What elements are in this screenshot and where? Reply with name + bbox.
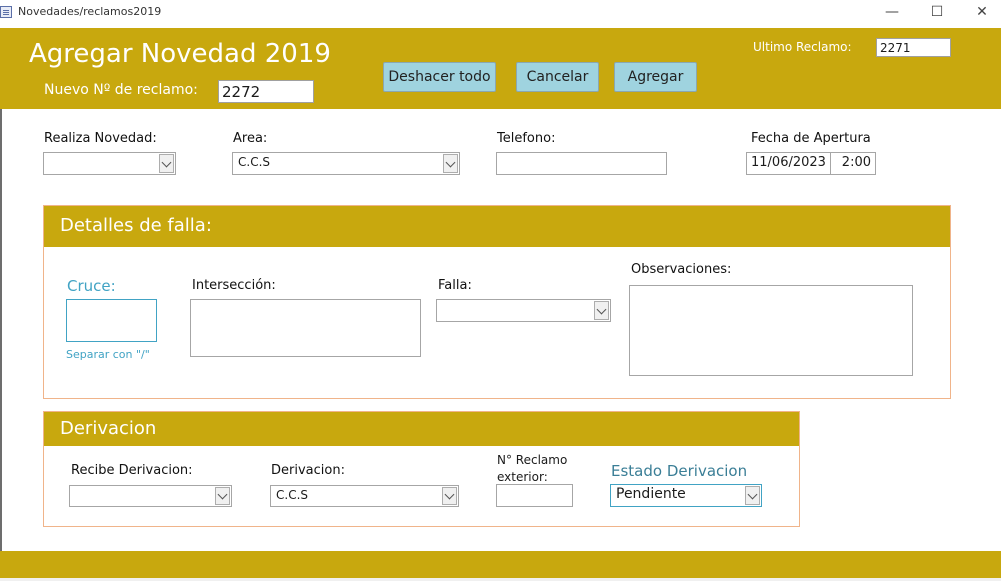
cruce-field[interactable] [66, 299, 157, 342]
form-footer [0, 551, 1001, 578]
area-value: C.C.S [238, 155, 271, 169]
derivacion-dropdown[interactable]: C.C.S [270, 485, 459, 507]
reclamo-exterior-label: N° Reclamo exterior: [497, 452, 567, 486]
form-title: Agregar Novedad 2019 [29, 39, 331, 69]
interseccion-field[interactable] [190, 299, 421, 357]
derivacion-header: Derivacion [44, 412, 799, 446]
chevron-down-icon[interactable] [745, 486, 760, 505]
derivacion-value: C.C.S [276, 488, 309, 502]
maximize-button[interactable]: ☐ [915, 0, 959, 24]
detalles-falla-header: Detalles de falla: [44, 206, 950, 247]
area-label: Area: [233, 131, 268, 146]
reclamo-exterior-field[interactable] [496, 484, 573, 507]
close-button[interactable]: ✕ [960, 0, 1001, 24]
ultimo-reclamo-label: Ultimo Reclamo: [753, 40, 852, 54]
estado-derivacion-dropdown[interactable]: Pendiente [610, 484, 762, 507]
chevron-down-icon[interactable] [159, 154, 174, 173]
cruce-hint: Separar con "/" [66, 348, 150, 361]
form-icon [0, 6, 12, 18]
minimize-button[interactable]: — [870, 0, 914, 24]
estado-derivacion-value: Pendiente [616, 486, 686, 502]
ultimo-reclamo-field[interactable]: 2271 [876, 38, 951, 57]
recibe-derivacion-label: Recibe Derivacion: [71, 463, 193, 478]
recibe-derivacion-dropdown[interactable] [69, 485, 232, 507]
cruce-label: Cruce: [67, 277, 116, 295]
chevron-down-icon[interactable] [443, 154, 458, 173]
chevron-down-icon[interactable] [594, 301, 609, 320]
telefono-label: Telefono: [497, 131, 556, 146]
nuevo-reclamo-label: Nuevo Nº de reclamo: [44, 82, 198, 98]
area-dropdown[interactable]: C.C.S [232, 152, 460, 175]
left-border [0, 109, 2, 552]
observaciones-label: Observaciones: [631, 262, 732, 277]
falla-label: Falla: [438, 278, 472, 293]
window-title: Novedades/reclamos2019 [18, 5, 162, 18]
derivacion-title: Derivacion [60, 418, 157, 439]
reclamo-exterior-label-line1: N° Reclamo [497, 453, 568, 467]
derivacion-label: Derivacion: [271, 463, 345, 478]
hora-apertura-field[interactable]: 2:00 [830, 152, 876, 175]
telefono-field[interactable] [496, 152, 667, 175]
fecha-apertura-label: Fecha de Apertura [751, 131, 871, 146]
nuevo-reclamo-field[interactable]: 2272 [218, 80, 314, 103]
realiza-novedad-dropdown[interactable] [43, 152, 176, 175]
cancelar-button[interactable]: Cancelar [516, 62, 599, 92]
chevron-down-icon[interactable] [215, 487, 230, 505]
fecha-apertura-field[interactable]: 11/06/2023 [746, 152, 831, 175]
estado-derivacion-label: Estado Derivacion [611, 462, 748, 480]
interseccion-label: Intersección: [192, 278, 276, 293]
deshacer-todo-button[interactable]: Deshacer todo [383, 62, 496, 92]
realiza-novedad-label: Realiza Novedad: [44, 131, 157, 146]
detalles-falla-title: Detalles de falla: [60, 215, 212, 236]
window-title-bar: Novedades/reclamos2019 — ☐ ✕ [0, 0, 1001, 26]
observaciones-field[interactable] [629, 285, 913, 376]
falla-dropdown[interactable] [436, 299, 611, 322]
agregar-button[interactable]: Agregar [614, 62, 697, 92]
chevron-down-icon[interactable] [442, 487, 457, 505]
